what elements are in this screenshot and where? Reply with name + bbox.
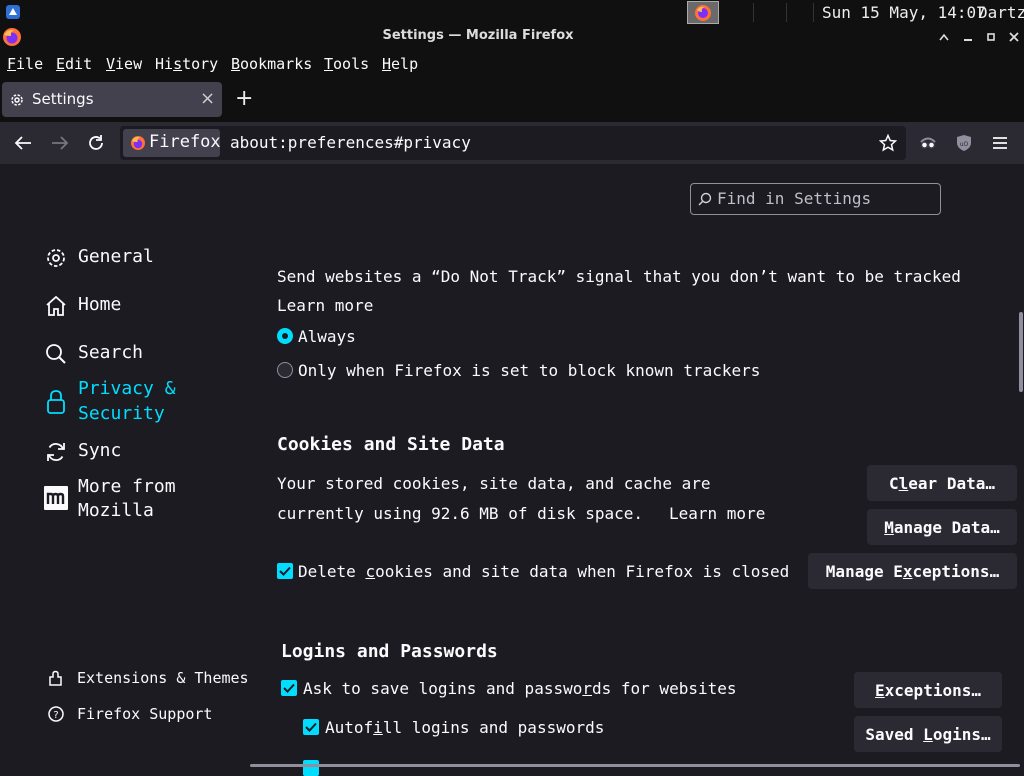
identity-box[interactable]: Firefox xyxy=(123,129,221,157)
menu-bookmarks[interactable]: Bookmarks xyxy=(231,55,312,73)
logins-heading: Logins and Passwords xyxy=(281,641,498,662)
cookies-learn-more-link[interactable]: Learn more xyxy=(669,504,765,523)
reload-icon[interactable] xyxy=(85,132,107,154)
login-exceptions-button[interactable]: Exceptions… xyxy=(854,672,1002,708)
menu-edit[interactable]: Edit xyxy=(56,55,92,73)
menu-bar: File Edit View History Bookmarks Tools H… xyxy=(0,50,1024,78)
help-circle-icon: ? xyxy=(46,704,66,724)
sidebar-item-sync[interactable]: Sync xyxy=(44,438,234,468)
back-arrow-icon[interactable] xyxy=(12,133,34,153)
sidebar-label-home: Home xyxy=(78,294,122,315)
forward-arrow-icon xyxy=(49,133,71,153)
system-taskbar: Sun 15 May, 14:07 Dartz xyxy=(0,0,1024,25)
window-close-icon[interactable] xyxy=(1006,28,1022,46)
taskbar-divider xyxy=(786,3,787,22)
sidebar-item-extensions[interactable]: Extensions & Themes xyxy=(44,666,254,690)
sidebar-item-privacy[interactable]: Privacy & Security xyxy=(44,376,234,430)
radio-always[interactable] xyxy=(277,328,293,344)
dnt-description: Send websites a “Do Not Track” signal th… xyxy=(277,267,961,286)
lock-icon xyxy=(44,388,68,416)
cookies-usage-line1: Your stored cookies, site data, and cach… xyxy=(277,474,711,493)
radio-always-label[interactable]: Always xyxy=(298,327,356,346)
bookmark-star-icon[interactable] xyxy=(878,133,898,153)
sidebar-label-support: Firefox Support xyxy=(77,705,213,723)
menu-tools[interactable]: Tools xyxy=(324,55,369,73)
menu-history[interactable]: History xyxy=(155,55,218,73)
cookies-heading: Cookies and Site Data xyxy=(277,434,505,455)
taskbar-clock[interactable]: Sun 15 May, 14:07 xyxy=(822,3,986,22)
search-placeholder: Find in Settings xyxy=(717,189,872,208)
firefox-logo-icon xyxy=(129,134,147,152)
svg-text:uO: uO xyxy=(960,141,969,148)
search-icon xyxy=(44,342,68,366)
navigation-toolbar: Firefox about:preferences#privacy uO xyxy=(0,122,1024,164)
sidebar-label-more-2: Mozilla xyxy=(78,500,154,521)
ask-save-logins-label[interactable]: Ask to save logins and passwords for web… xyxy=(303,679,737,698)
sidebar-label-search: Search xyxy=(78,342,144,363)
taskbar-user[interactable]: Dartz xyxy=(978,3,1024,22)
manage-exceptions-button[interactable]: Manage Exceptions… xyxy=(808,553,1017,589)
app-menu-icon[interactable] xyxy=(4,3,22,21)
url-text[interactable]: about:preferences#privacy xyxy=(230,133,471,152)
mozilla-m-icon xyxy=(44,486,68,510)
sidebar-label-privacy-2: Security xyxy=(78,403,165,424)
new-tab-button[interactable]: + xyxy=(235,86,253,111)
sync-icon xyxy=(44,440,68,464)
tab-close-icon[interactable]: × xyxy=(200,88,215,109)
identity-label: Firefox xyxy=(149,132,221,152)
clear-data-button[interactable]: Clear Data… xyxy=(867,465,1017,501)
window-minimize-icon[interactable] xyxy=(960,28,976,46)
firefox-taskbar-button[interactable] xyxy=(687,1,719,24)
sidebar-item-support[interactable]: ? Firefox Support xyxy=(44,702,254,726)
sidebar-label-sync: Sync xyxy=(78,440,122,461)
window-maximize-caret-icon[interactable] xyxy=(936,28,952,46)
sidebar-label-privacy-1: Privacy & xyxy=(78,378,176,399)
autofill-label[interactable]: Autofill logins and passwords xyxy=(325,718,604,737)
radio-only-when-label[interactable]: Only when Firefox is set to block known … xyxy=(298,361,760,380)
tab-label: Settings xyxy=(32,90,94,108)
suggest-passwords-checkbox[interactable] xyxy=(303,760,319,776)
menu-view[interactable]: View xyxy=(106,55,142,73)
window-title: Settings — Mozilla Firefox xyxy=(382,28,574,43)
tab-bar: Settings × + xyxy=(0,78,1024,122)
puzzle-piece-icon xyxy=(46,668,66,688)
svg-text:?: ? xyxy=(53,710,58,721)
sidebar-item-more-from-mozilla[interactable]: More from Mozilla xyxy=(44,474,234,528)
hamburger-menu-icon[interactable] xyxy=(990,133,1010,153)
private-mask-icon[interactable] xyxy=(917,132,939,154)
taskbar-divider xyxy=(753,3,754,22)
sidebar-label-extensions: Extensions & Themes xyxy=(77,669,249,687)
saved-logins-button[interactable]: Saved Logins… xyxy=(854,716,1002,752)
dnt-learn-more-link[interactable]: Learn more xyxy=(277,296,373,315)
radio-only-when[interactable] xyxy=(277,362,293,378)
tab-settings[interactable]: Settings × xyxy=(2,82,222,117)
search-icon xyxy=(697,191,713,207)
sidebar-item-search[interactable]: Search xyxy=(44,340,234,370)
sidebar-label-general: General xyxy=(78,246,154,267)
manage-data-button[interactable]: Manage Data… xyxy=(867,509,1017,545)
taskbar-divider xyxy=(813,3,814,22)
delete-cookies-label[interactable]: Delete cookies and site data when Firefo… xyxy=(298,562,789,581)
sidebar-label-more-1: More from xyxy=(78,476,176,497)
menu-file[interactable]: File xyxy=(7,55,43,73)
sidebar-item-home[interactable]: Home xyxy=(44,292,234,322)
autofill-checkbox[interactable] xyxy=(303,719,319,735)
sidebar-item-general[interactable]: General xyxy=(44,244,234,274)
url-bar[interactable]: Firefox about:preferences#privacy xyxy=(120,126,906,160)
home-icon xyxy=(44,294,68,318)
vertical-scrollbar-thumb[interactable] xyxy=(1019,312,1023,392)
preferences-page: Find in Settings General Home Search Pri… xyxy=(0,164,1024,776)
ask-save-logins-checkbox[interactable] xyxy=(281,680,297,696)
horizontal-scrollbar-thumb[interactable] xyxy=(250,764,1020,767)
cookies-usage-line2: currently using 92.6 MB of disk space. xyxy=(277,504,644,523)
ublock-shield-icon[interactable]: uO xyxy=(953,132,975,154)
gear-icon xyxy=(44,246,68,270)
find-in-settings-input[interactable]: Find in Settings xyxy=(690,183,941,215)
gear-icon xyxy=(8,91,26,109)
window-titlebar[interactable]: Settings — Mozilla Firefox xyxy=(0,25,1024,50)
delete-cookies-checkbox[interactable] xyxy=(277,563,293,579)
window-restore-icon[interactable] xyxy=(983,28,999,46)
menu-help[interactable]: Help xyxy=(382,55,418,73)
